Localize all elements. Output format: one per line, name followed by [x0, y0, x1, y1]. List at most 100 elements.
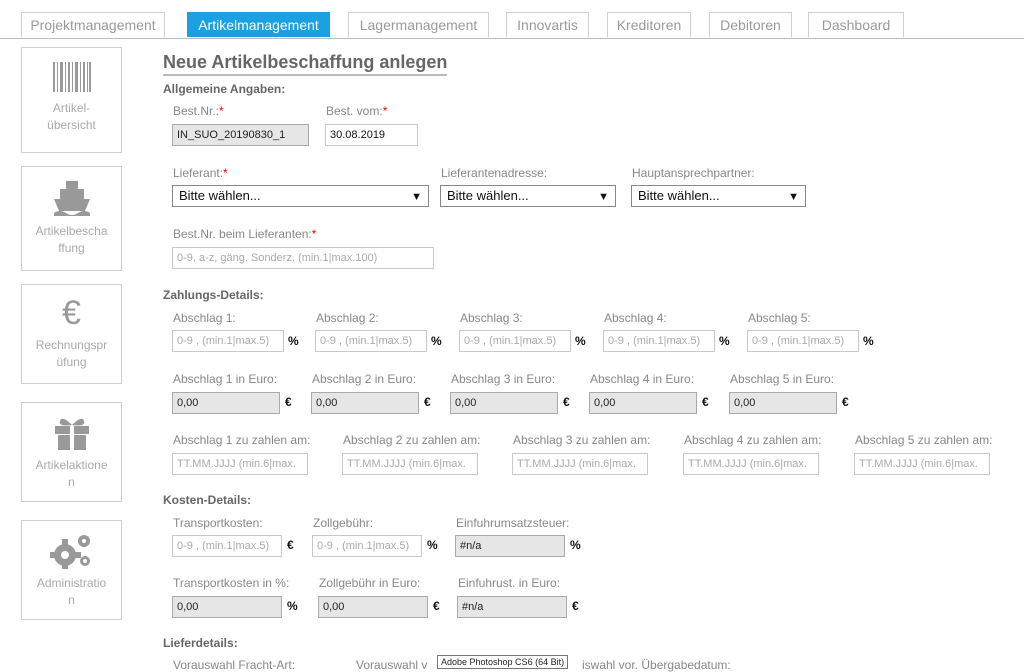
zollgebuehr-label: Zollgebühr:	[313, 516, 374, 530]
abschlag-5-euro-field: 0,00	[729, 392, 837, 414]
abschlag-3-euro-field: 0,00	[450, 392, 558, 414]
section-heading-delivery: Lieferdetails:	[163, 636, 238, 650]
euro-icon: €	[62, 294, 81, 332]
main-tab-bar: Projektmanagement Artikelmanagement Lage…	[0, 0, 1024, 39]
abschlag-1-input[interactable]: 0-9 , (min.1|max.5)	[172, 330, 284, 352]
transportkosten-label: Transportkosten:	[173, 516, 263, 530]
tab-projektmanagement[interactable]: Projektmanagement	[21, 12, 165, 37]
hauptansprechpartner-select[interactable]: Bitte wählen... ▼	[631, 185, 806, 207]
abschlag-2-input[interactable]: 0-9 , (min.1|max.5)	[315, 330, 427, 352]
euro-unit: €	[572, 599, 579, 613]
percent-unit: %	[570, 538, 581, 552]
abschlag-5-date-label: Abschlag 5 zu zahlen am:	[855, 433, 993, 447]
lieferantenadresse-select[interactable]: Bitte wählen... ▼	[440, 185, 616, 207]
section-heading-costs: Kosten-Details:	[163, 493, 252, 507]
einfuhrust-euro-label: Einfuhrust. in Euro:	[458, 576, 561, 590]
ship-icon	[53, 181, 90, 216]
abschlag-1-date-label: Abschlag 1 zu zahlen am:	[173, 433, 311, 447]
percent-unit: %	[863, 334, 874, 348]
euro-unit: €	[285, 395, 292, 409]
gears-icon	[49, 535, 90, 569]
tab-dashboard[interactable]: Dashboard	[808, 12, 904, 37]
percent-unit: %	[288, 334, 299, 348]
percent-unit: %	[427, 538, 438, 552]
tab-kreditoren[interactable]: Kreditoren	[607, 12, 691, 37]
barcode-icon	[52, 62, 91, 92]
euro-unit: €	[842, 395, 849, 409]
taskbar-tooltip: Adobe Photoshop CS6 (64 Bit)	[437, 655, 569, 669]
euro-unit: €	[563, 395, 570, 409]
percent-unit: %	[719, 334, 730, 348]
einfuhrumsatzsteuer-label: Einfuhrumsatzsteuer:	[456, 516, 570, 530]
abschlag-4-euro-label: Abschlag 4 in Euro:	[590, 372, 695, 386]
sidebar-item-administration[interactable]: Administratio n	[21, 520, 122, 620]
tab-innovartis[interactable]: Innovartis	[506, 12, 589, 37]
tab-debitoren[interactable]: Debitoren	[709, 12, 792, 37]
page-title: Neue Artikelbeschaffung anlegen	[163, 52, 448, 76]
best-nr-lieferant-label: Best.Nr. beim Lieferanten:*	[173, 227, 317, 241]
abschlag-5-label: Abschlag 5:	[748, 311, 811, 325]
abschlag-5-date-input[interactable]: TT.MM.JJJJ (min.6|max.	[854, 453, 990, 475]
abschlag-4-euro-field: 0,00	[589, 392, 697, 414]
best-nr-lieferant-input[interactable]: 0-9, a-z, gäng. Sonderz. (min.1|max.100)	[172, 247, 434, 269]
best-vom-label: Best. vom:*	[326, 104, 388, 118]
lieferant-select[interactable]: Bitte wählen... ▼	[172, 185, 429, 207]
sidebar-label: Artikelaktione n	[35, 458, 108, 489]
section-heading-general: Allgemeine Angaben:	[163, 82, 286, 96]
abschlag-4-date-input[interactable]: TT.MM.JJJJ (min.6|max.	[683, 453, 819, 475]
chevron-down-icon: ▼	[788, 191, 799, 203]
tab-lagermanagement[interactable]: Lagermanagement	[348, 12, 489, 37]
abschlag-4-input[interactable]: 0-9 , (min.1|max.5)	[603, 330, 715, 352]
percent-unit: %	[287, 599, 298, 613]
abschlag-2-label: Abschlag 2:	[316, 311, 379, 325]
section-heading-payment: Zahlungs-Details:	[163, 288, 264, 302]
euro-unit: €	[702, 395, 709, 409]
einfuhrumsatzsteuer-field: #n/a	[455, 535, 565, 557]
abschlag-3-input[interactable]: 0-9 , (min.1|max.5)	[459, 330, 571, 352]
einfuhrust-euro-field: #n/a	[457, 596, 567, 618]
zollgebuehr-input[interactable]: 0-9 , (min.1|max.5)	[312, 535, 422, 557]
euro-unit: €	[287, 538, 294, 552]
abschlag-2-date-input[interactable]: TT.MM.JJJJ (min.6|max.	[342, 453, 478, 475]
best-vom-field[interactable]: 30.08.2019	[325, 124, 418, 146]
sidebar-item-rechnungspruefung[interactable]: € Rechnungspr üfung	[21, 284, 122, 384]
euro-unit: €	[424, 395, 431, 409]
chevron-down-icon: ▼	[598, 191, 609, 203]
best-nr-field: IN_SUO_20190830_1	[172, 124, 309, 146]
sidebar-label: Artikelbescha ffung	[35, 224, 108, 255]
sidebar-item-artikelaktionen[interactable]: Artikelaktione n	[21, 402, 122, 502]
abschlag-4-date-label: Abschlag 4 zu zahlen am:	[684, 433, 822, 447]
transportkosten-input[interactable]: 0-9 , (min.1|max.5)	[172, 535, 282, 557]
lieferant-label: Lieferant:*	[173, 166, 228, 180]
abschlag-2-euro-field: 0,00	[311, 392, 419, 414]
zollgebuehr-euro-label: Zollgebühr in Euro:	[319, 576, 421, 590]
abschlag-2-date-label: Abschlag 2 zu zahlen am:	[343, 433, 481, 447]
abschlag-3-date-label: Abschlag 3 zu zahlen am:	[513, 433, 651, 447]
sidebar-item-artikeluebersicht[interactable]: Artikel-übersicht	[21, 47, 122, 153]
gift-icon	[54, 418, 89, 450]
abschlag-5-euro-label: Abschlag 5 in Euro:	[730, 372, 835, 386]
transportkosten-pct-label: Transportkosten in %:	[173, 576, 290, 590]
abschlag-1-euro-label: Abschlag 1 in Euro:	[173, 372, 278, 386]
transportkosten-pct-field: 0,00	[172, 596, 282, 618]
abschlag-3-date-input[interactable]: TT.MM.JJJJ (min.6|max.	[512, 453, 648, 475]
abschlag-1-label: Abschlag 1:	[173, 311, 236, 325]
tab-artikelmanagement[interactable]: Artikelmanagement	[187, 12, 330, 37]
abschlag-1-euro-field: 0,00	[172, 392, 280, 414]
chevron-down-icon: ▼	[411, 191, 422, 203]
percent-unit: %	[431, 334, 442, 348]
sidebar-label: Rechnungspr üfung	[35, 338, 108, 369]
sidebar-item-artikelbeschaffung[interactable]: Artikelbescha ffung	[21, 166, 122, 271]
zollgebuehr-euro-field: 0,00	[318, 596, 428, 618]
euro-unit: €	[433, 599, 440, 613]
percent-unit: %	[575, 334, 586, 348]
hauptansprechpartner-label: Hauptansprechpartner:	[632, 166, 755, 180]
abschlag-5-input[interactable]: 0-9 , (min.1|max.5)	[747, 330, 859, 352]
abschlag-1-date-input[interactable]: TT.MM.JJJJ (min.6|max.	[172, 453, 308, 475]
sidebar-label: Administratio n	[36, 576, 107, 607]
abschlag-3-label: Abschlag 3:	[460, 311, 523, 325]
abschlag-3-euro-label: Abschlag 3 in Euro:	[451, 372, 556, 386]
sidebar-label: Artikel-übersicht	[47, 101, 96, 132]
best-nr-label: Best.Nr.:*	[173, 104, 224, 118]
lieferantenadresse-label: Lieferantenadresse:	[441, 166, 548, 180]
